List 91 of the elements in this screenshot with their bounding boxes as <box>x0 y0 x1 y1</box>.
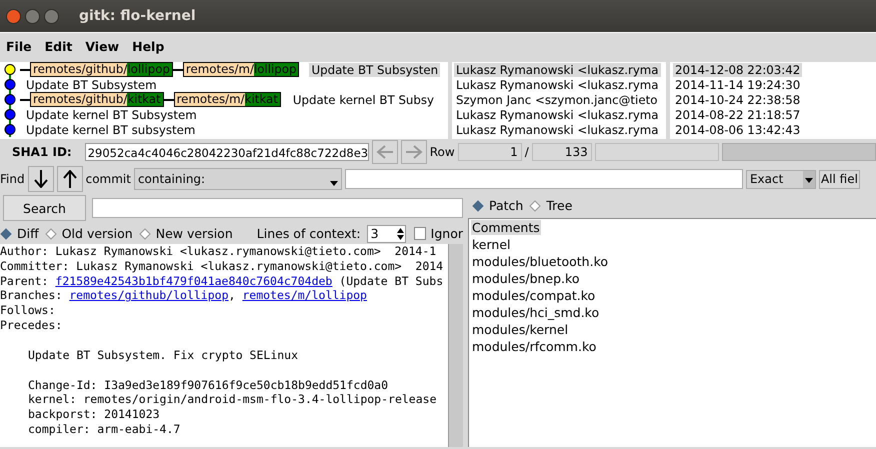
radio-label[interactable]: New version <box>156 226 233 241</box>
commit-message-line: compiler: arm-eabi-4.7 <box>28 422 182 437</box>
dropdown-caret-icon <box>330 181 338 186</box>
scrollbar[interactable] <box>448 244 463 447</box>
fields-dropdown[interactable]: All fiel <box>818 170 860 188</box>
commit-subject[interactable]: Update kernel BT Subsy <box>290 92 436 106</box>
ignore-checkbox[interactable] <box>414 227 426 240</box>
menu-item[interactable]: View <box>85 39 120 54</box>
row-field: 1 <box>458 143 522 161</box>
detail-line: Committer: Lukasz Rymanowski <lukasz.rymanowski@tieto.com> 2014 <box>0 258 444 274</box>
changed-file-entry[interactable]: Comments <box>471 220 541 235</box>
find-type-label: commit <box>86 172 131 186</box>
menu-item[interactable]: Help <box>132 39 164 54</box>
detail-text: Parent: <box>0 274 50 288</box>
commit-message-line: kernel: remotes/origin/android-msm-flo-3.4-lollipop-release <box>28 392 438 408</box>
changed-file-entry[interactable]: modules/kernel <box>471 322 570 337</box>
match-dropdown[interactable]: Exact <box>746 170 816 188</box>
radio-label[interactable]: Diff <box>17 226 39 241</box>
branch-tag[interactable]: remotes/m/lollipop <box>182 62 300 77</box>
radio-icon[interactable] <box>529 200 542 212</box>
detail-text: (Update BT Subs <box>338 274 444 288</box>
commit-author[interactable]: Lukasz Rymanowski <lukasz.ryma <box>454 78 661 92</box>
changed-file-entry[interactable]: modules/bluetooth.ko <box>471 254 610 269</box>
commit-author[interactable]: Lukasz Rymanowski <lukasz.ryma <box>454 62 661 76</box>
forward-button[interactable] <box>400 140 427 164</box>
sha1-label: SHA1 ID: <box>12 145 72 159</box>
commit-subject[interactable]: Update BT Subsystem <box>24 78 159 92</box>
radio-label[interactable]: Tree <box>546 198 572 213</box>
detail-line: Follows: <box>0 303 56 318</box>
commit-link[interactable]: remotes/github/lollipop <box>69 288 228 302</box>
commit-link[interactable]: f21589e42543b1bf479f041ae840c7604c704deb <box>55 274 332 288</box>
spinner-arrows-icon <box>396 226 406 240</box>
changed-file-entry[interactable]: modules/compat.ko <box>471 288 596 303</box>
up-arrow-icon <box>62 170 77 188</box>
radio-label[interactable]: Old version <box>62 226 133 241</box>
right-arrow-icon <box>404 145 423 159</box>
find-mode-dropdown[interactable]: containing: <box>134 168 342 190</box>
menu-item[interactable]: Edit <box>44 39 72 54</box>
radio-label[interactable]: Patch <box>489 198 524 213</box>
branch-tag[interactable]: remotes/github/lollipop <box>30 62 173 77</box>
changed-file-entry[interactable]: modules/hci_smd.ko <box>471 305 600 320</box>
sha1-field[interactable]: 29052ca4c4046c28042230af21d4fc88c722d8e3 <box>84 143 369 161</box>
commit-author[interactable]: Lukasz Rymanowski <lukasz.ryma <box>454 108 661 122</box>
radio-icon[interactable] <box>44 228 57 240</box>
window-title: gitk: flo-kernel <box>79 8 196 24</box>
commit-author[interactable]: Szymon Janc <szymon.janc@tieto <box>454 92 660 106</box>
detail-text: Branches: <box>0 288 64 302</box>
detail-line: Author: Lukasz Rymanowski <lukasz.rymanowski@tieto.com> 2014-1 <box>0 244 438 259</box>
search-button[interactable]: Search <box>3 195 86 221</box>
row-total-field: 133 <box>532 143 592 161</box>
changed-file-entry[interactable]: modules/rfcomm.ko <box>471 339 598 354</box>
close-button[interactable] <box>6 8 21 24</box>
branch-tag[interactable]: remotes/m/kitkat <box>174 92 281 107</box>
changed-file-entry[interactable]: kernel <box>471 237 512 252</box>
down-arrow-icon <box>34 170 48 188</box>
find-field[interactable] <box>344 169 743 189</box>
commit-date[interactable]: 2014-11-14 19:24:30 <box>673 78 802 92</box>
maximize-button[interactable] <box>44 8 59 24</box>
commit-date[interactable]: 2014-08-06 13:42:43 <box>673 122 802 136</box>
radio-icon[interactable] <box>138 228 151 240</box>
commit-subject[interactable]: Update kernel BT subsystem <box>24 122 198 136</box>
commit-message-line: Change-Id: I3a9ed3e189f907616f9ce50cb18b9edd51fcd0a0 <box>28 378 390 392</box>
radio-selected-icon[interactable] <box>0 228 12 240</box>
commit-link[interactable]: remotes/m/lollipop <box>242 288 367 302</box>
row-separator: / <box>524 145 529 159</box>
dropdown-caret-icon <box>802 170 815 188</box>
row-label: Row <box>430 145 455 159</box>
ignore-label: Ignor <box>430 226 463 241</box>
minimize-button[interactable] <box>25 8 40 24</box>
context-label: Lines of context: <box>256 226 361 241</box>
context-spinbox[interactable]: 3 <box>366 224 406 242</box>
radio-selected-icon[interactable] <box>472 200 484 212</box>
commit-subject[interactable]: Update kernel BT Subsystem <box>24 108 199 122</box>
menu-item[interactable]: File <box>6 39 32 54</box>
commit-message-title: Update BT Subsystem. Fix crypto SELinux <box>28 348 300 363</box>
detail-text: , <box>228 288 236 302</box>
back-button[interactable] <box>372 140 398 164</box>
find-previous-button[interactable] <box>56 166 83 192</box>
commit-author[interactable]: Lukasz Rymanowski <lukasz.ryma <box>454 122 661 136</box>
commit-date[interactable]: 2014-08-22 21:18:57 <box>673 108 802 122</box>
commit-subject[interactable]: Update BT Subsysten <box>309 62 440 76</box>
branch-tag[interactable]: remotes/github/kitkat <box>30 92 164 107</box>
find-label: Find <box>0 172 25 186</box>
commit-message-line: backporst: 20141023 <box>28 407 161 422</box>
left-arrow-icon <box>376 145 394 159</box>
changed-file-entry[interactable]: modules/bnep.ko <box>471 271 580 286</box>
find-next-button[interactable] <box>28 166 54 192</box>
commit-date[interactable]: 2014-10-24 22:38:58 <box>673 92 802 106</box>
commit-date[interactable]: 2014-12-08 22:03:42 <box>673 62 802 76</box>
detail-line: Precedes: <box>0 318 64 333</box>
search-field[interactable] <box>92 198 463 218</box>
